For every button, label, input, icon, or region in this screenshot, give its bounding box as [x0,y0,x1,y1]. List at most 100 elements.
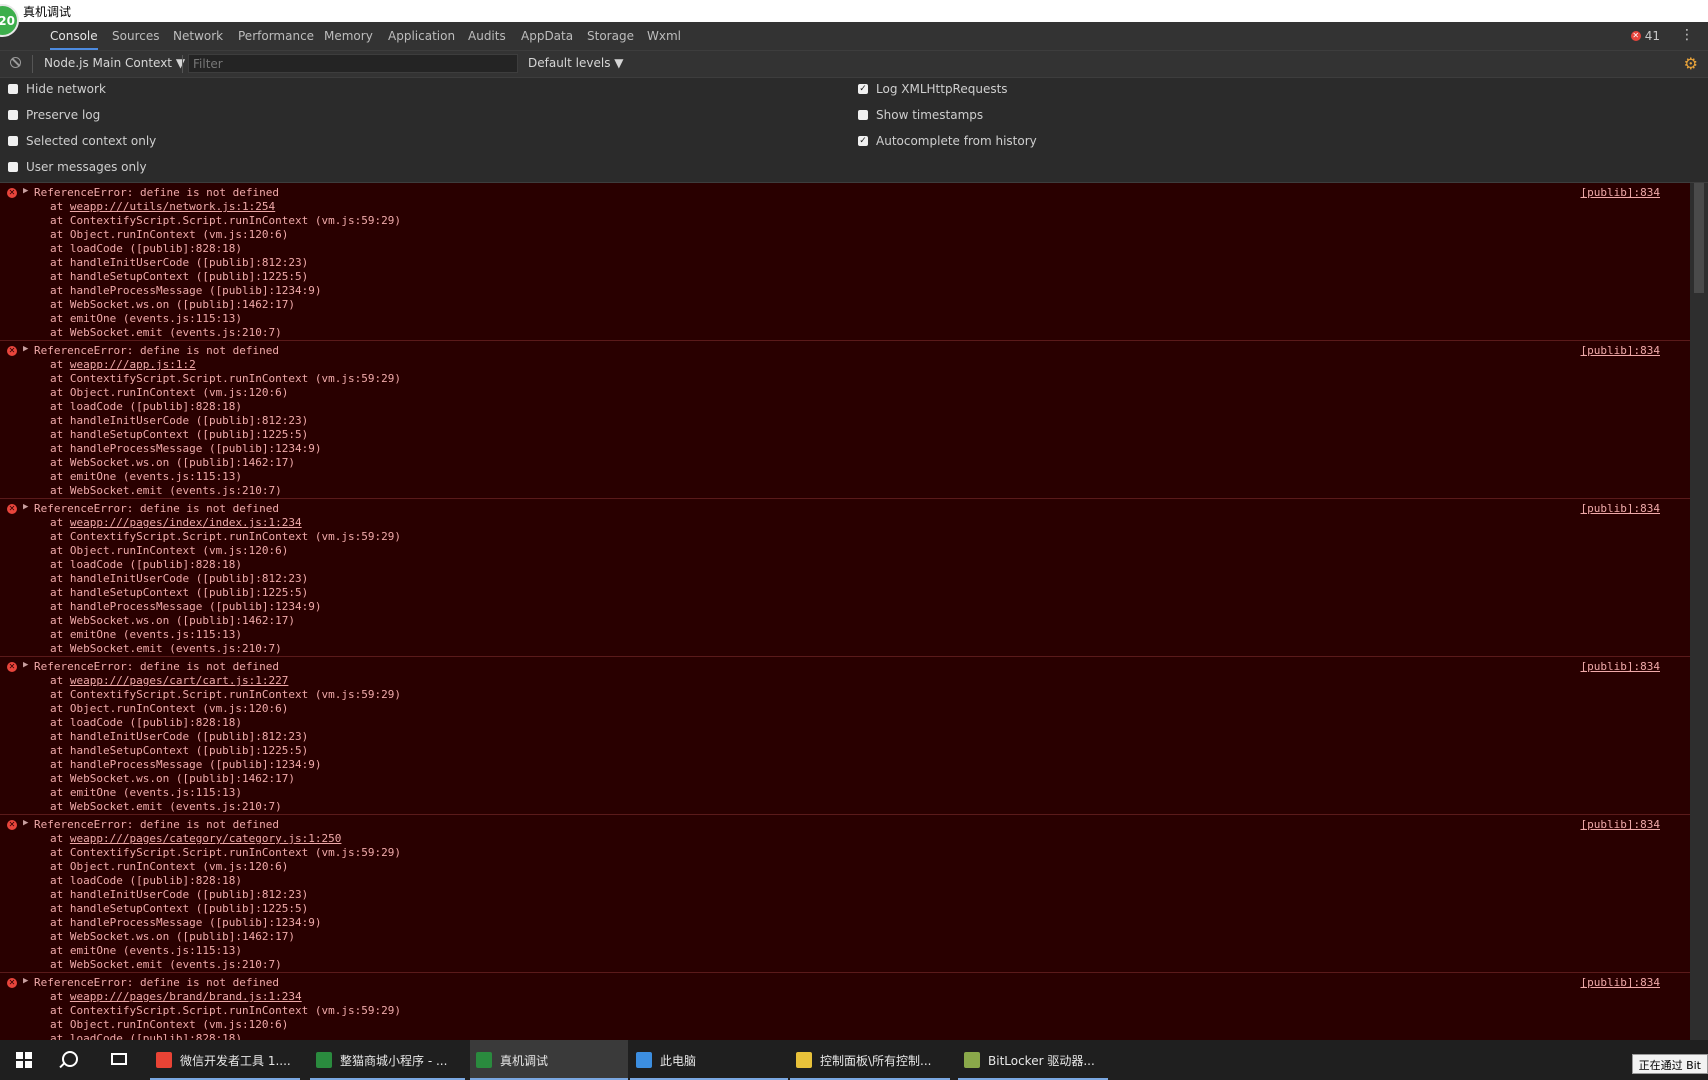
stack-frame: at weapp:///pages/index/index.js:1:234 [50,516,401,530]
stack-frame: at emitOne (events.js:115:13) [50,628,243,641]
source-link[interactable]: [publib]:834 [1581,502,1660,515]
stack-frame: at Object.runInContext (vm.js:120:6) [50,702,289,715]
tab-sources[interactable]: Sources [112,22,159,50]
checkbox[interactable] [8,162,18,172]
setting-label: Selected context only [26,134,157,148]
source-link[interactable]: [publib]:834 [1581,976,1660,989]
clear-console-icon[interactable] [10,57,21,68]
tab-audits[interactable]: Audits [468,22,506,50]
stack-frame-link[interactable]: weapp:///pages/brand/brand.js:1:234 [70,990,302,1003]
tab-network[interactable]: Network [173,22,223,50]
setting-log-xmlhttprequests[interactable]: ✓ Log XMLHttpRequests [858,82,1008,96]
error-icon: ✕ [7,504,17,514]
taskbar-app-4[interactable]: 控制面板\所有控制... [790,1040,950,1080]
expand-triangle-icon[interactable]: ▶ [23,502,28,512]
caret-down-icon: ▼ [175,56,186,70]
search-icon[interactable] [62,1051,78,1067]
expand-triangle-icon[interactable]: ▶ [23,186,28,196]
stack-frame: at handleSetupContext ([publib]:1225:5) [50,902,309,915]
console-scrollbar[interactable] [1690,183,1708,1040]
context-select[interactable]: Node.js Main Context ▼ [44,56,185,70]
source-link[interactable]: [publib]:834 [1581,660,1660,673]
app-icon [316,1052,332,1068]
console-error-message[interactable]: ✕ ▶ ReferenceError: define is not defined [… [0,973,1690,1040]
checkbox[interactable]: ✓ [858,136,868,146]
setting-show-timestamps[interactable]: Show timestamps [858,108,983,122]
gear-icon[interactable]: ⚙ [1684,54,1698,73]
expand-triangle-icon[interactable]: ▶ [23,976,28,986]
stack-trace: at weapp:///pages/brand/brand.js:1:234 at… [50,990,401,1040]
stack-frame: at Object.runInContext (vm.js:120:6) [50,228,289,241]
stack-frame-link[interactable]: weapp:///utils/network.js:1:254 [70,200,275,213]
log-levels-select[interactable]: Default levels ▼ [528,56,624,70]
checkbox[interactable] [858,110,868,120]
checkbox[interactable] [8,136,18,146]
taskbar-app-5[interactable]: BitLocker 驱动器... [958,1040,1108,1080]
stack-frame: at loadCode ([publib]:828:18) [50,558,243,571]
stack-frame-link[interactable]: weapp:///pages/cart/cart.js:1:227 [70,674,289,687]
taskbar-app-2[interactable]: 真机调试 [470,1040,628,1080]
setting-autocomplete-from-history[interactable]: ✓ Autocomplete from history [858,134,1037,148]
taskbar-app-label: 此电脑 [660,1053,697,1068]
error-text: ReferenceError: define is not defined [34,344,280,357]
source-link[interactable]: [publib]:834 [1581,818,1660,831]
stack-frame-link[interactable]: weapp:///pages/category/category.js:1:25… [70,832,342,845]
stack-frame: at weapp:///pages/category/category.js:1… [50,832,401,846]
stack-frame: at weapp:///pages/cart/cart.js:1:227 [50,674,401,688]
setting-label: Show timestamps [876,108,984,122]
stack-frame: at Object.runInContext (vm.js:120:6) [50,1018,289,1031]
more-options-icon[interactable]: ⋮ [1680,27,1694,43]
app-icon [964,1052,980,1068]
expand-triangle-icon[interactable]: ▶ [23,344,28,354]
setting-hide-network[interactable]: Hide network [8,82,106,96]
tab-memory[interactable]: Memory [324,22,373,50]
tab-appdata[interactable]: AppData [521,22,573,50]
console-error-message[interactable]: ✕ ▶ ReferenceError: define is not defined [… [0,499,1690,657]
setting-selected-context-only[interactable]: Selected context only [8,134,156,148]
error-icon: ✕ [7,662,17,672]
taskbar-app-label: 微信开发者工具 1.... [180,1053,291,1068]
tab-application[interactable]: Application [388,22,455,50]
setting-label: Autocomplete from history [876,134,1037,148]
console-toolbar: Node.js Main Context ▼ Default levels ▼ … [0,51,1708,78]
console-error-message[interactable]: ✕ ▶ ReferenceError: define is not defined [… [0,657,1690,815]
stack-frame: at emitOne (events.js:115:13) [50,312,243,325]
taskbar-app-3[interactable]: 此电脑 [630,1040,788,1080]
tab-performance[interactable]: Performance [238,22,314,50]
source-link[interactable]: [publib]:834 [1581,186,1660,199]
stack-trace: at weapp:///utils/network.js:1:254 at Con… [50,200,401,340]
stack-frame: at handleSetupContext ([publib]:1225:5) [50,586,309,599]
expand-triangle-icon[interactable]: ▶ [23,818,28,828]
setting-user-messages-only[interactable]: User messages only [8,160,147,174]
console-error-message[interactable]: ✕ ▶ ReferenceError: define is not defined [… [0,341,1690,499]
task-view-icon[interactable] [111,1053,127,1065]
scrollbar-thumb[interactable] [1694,183,1704,293]
tab-console[interactable]: Console [50,22,98,50]
setting-preserve-log[interactable]: Preserve log [8,108,100,122]
stack-frame: at WebSocket.emit (events.js:210:7) [50,958,282,971]
checkbox[interactable]: ✓ [858,84,868,94]
error-count-badge[interactable]: ✕ 41 [1630,29,1660,43]
taskbar-app-0[interactable]: 微信开发者工具 1.... [150,1040,300,1080]
setting-label: Log XMLHttpRequests [876,82,1008,96]
stack-frame: at loadCode ([publib]:828:18) [50,400,243,413]
divider [32,55,33,73]
source-link[interactable]: [publib]:834 [1581,344,1660,357]
console-messages: ✕ ▶ ReferenceError: define is not defined [… [0,183,1690,1040]
stack-frame-link[interactable]: weapp:///app.js:1:2 [70,358,196,371]
expand-triangle-icon[interactable]: ▶ [23,660,28,670]
stack-frame-link[interactable]: weapp:///pages/index/index.js:1:234 [70,516,302,529]
taskbar: 微信开发者工具 1.... 整猫商城小程序 - ... 真机调试 此电脑 控制面板\所有… [0,1040,1708,1080]
stack-frame: at WebSocket.ws.on ([publib]:1462:17) [50,456,296,469]
window-title: 真机调试 [23,5,72,19]
filter-input[interactable] [188,54,518,73]
tab-storage[interactable]: Storage [587,22,634,50]
console-error-message[interactable]: ✕ ▶ ReferenceError: define is not defined [… [0,815,1690,973]
taskbar-app-label: 控制面板\所有控制... [820,1053,932,1068]
windows-start-icon[interactable] [16,1052,32,1068]
checkbox[interactable] [8,110,18,120]
console-error-message[interactable]: ✕ ▶ ReferenceError: define is not defined [… [0,183,1690,341]
tab-wxml[interactable]: Wxml [647,22,681,50]
taskbar-app-1[interactable]: 整猫商城小程序 - ... [310,1040,465,1080]
checkbox[interactable] [8,84,18,94]
